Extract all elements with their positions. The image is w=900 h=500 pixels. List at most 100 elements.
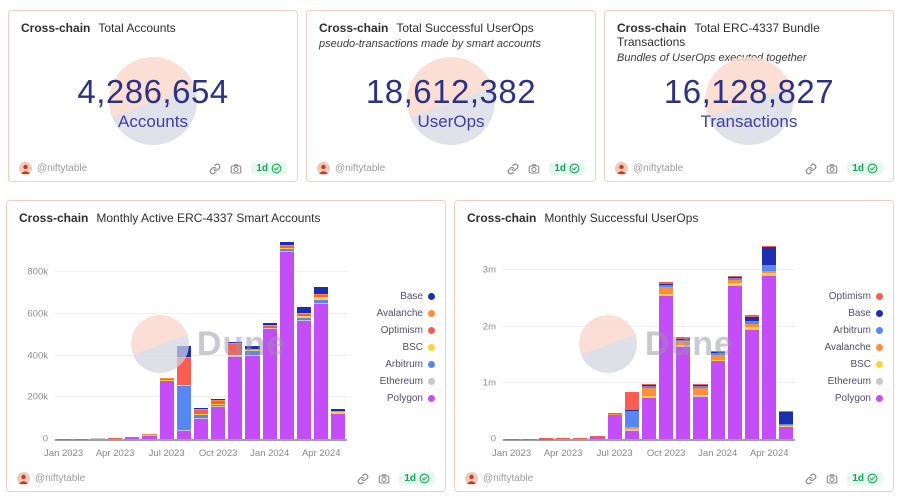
bar-nov-2023[interactable]: [228, 239, 242, 439]
author-avatar-icon[interactable]: [465, 472, 478, 485]
bar-may-2023[interactable]: [125, 239, 139, 439]
bar-jun-2023[interactable]: [142, 239, 156, 439]
chart-area: Dune 0200k400k600k800k Jan 2023Apr 2023J…: [15, 235, 439, 459]
link-icon[interactable]: [805, 473, 817, 485]
bar-mar-2023[interactable]: [539, 239, 553, 439]
legend-item-avalanche[interactable]: Avalanche: [351, 308, 435, 319]
author-handle[interactable]: @niftytable: [483, 473, 533, 484]
card-title-prefix: Cross-chain: [617, 21, 686, 35]
camera-icon[interactable]: [528, 163, 540, 175]
legend-item-base[interactable]: Base: [351, 291, 435, 302]
author-handle[interactable]: @niftytable: [37, 163, 87, 174]
check-circle-icon: [867, 473, 878, 484]
x-axis-label: Apr 2023: [96, 448, 135, 459]
bar-may-2023[interactable]: [573, 239, 587, 439]
bar-apr-2024[interactable]: [314, 239, 328, 439]
legend-item-arbitrum[interactable]: Arbitrum: [351, 359, 435, 370]
legend-item-arbitrum[interactable]: Arbitrum: [799, 325, 883, 336]
bar-apr-2023[interactable]: [108, 239, 122, 439]
segment-optimism: [779, 411, 793, 412]
bar-mar-2023[interactable]: [91, 239, 105, 439]
bar-feb-2023[interactable]: [522, 239, 536, 439]
legend-item-base[interactable]: Base: [799, 308, 883, 319]
legend-item-optimism[interactable]: Optimism: [351, 325, 435, 336]
segment-bsc: [693, 395, 707, 396]
legend-item-polygon[interactable]: Polygon: [351, 393, 435, 404]
legend-item-ethereum[interactable]: Ethereum: [799, 376, 883, 387]
camera-icon[interactable]: [826, 163, 838, 175]
bar-jul-2023[interactable]: [160, 239, 174, 439]
legend-item-bsc[interactable]: BSC: [351, 342, 435, 353]
segment-arbitrum: [194, 415, 208, 418]
author-avatar-icon[interactable]: [19, 162, 32, 175]
bar-apr-2023[interactable]: [556, 239, 570, 439]
bar-mar-2024[interactable]: [745, 239, 759, 439]
refresh-badge[interactable]: 1d: [847, 472, 883, 485]
bar-apr-2024[interactable]: [762, 239, 776, 439]
segment-polygon: [728, 285, 742, 439]
bar-sep-2023[interactable]: [194, 239, 208, 439]
link-icon[interactable]: [357, 473, 369, 485]
legend-item-polygon[interactable]: Polygon: [799, 393, 883, 404]
legend-item-bsc[interactable]: BSC: [799, 359, 883, 370]
camera-icon[interactable]: [378, 473, 390, 485]
bar-oct-2023[interactable]: [659, 239, 673, 439]
bar-jan-2024[interactable]: [263, 239, 277, 439]
camera-icon[interactable]: [230, 163, 242, 175]
author-avatar-icon[interactable]: [615, 162, 628, 175]
camera-icon[interactable]: [826, 473, 838, 485]
bar-aug-2023[interactable]: [625, 239, 639, 439]
link-icon[interactable]: [507, 163, 519, 175]
author-handle[interactable]: @niftytable: [35, 473, 85, 484]
plot-area: Dune 01m2m3m: [503, 239, 795, 441]
refresh-badge[interactable]: 1d: [251, 162, 287, 175]
bar-may-2024[interactable]: [331, 239, 345, 439]
author-avatar-icon[interactable]: [317, 162, 330, 175]
legend-label: Polygon: [835, 393, 871, 404]
segment-avalanche: [160, 378, 174, 379]
segment-optimism: [280, 246, 294, 248]
segment-arbitrum: [676, 339, 690, 341]
y-axis-label: 2m: [483, 321, 496, 332]
bar-jan-2024[interactable]: [711, 239, 725, 439]
bar-aug-2023[interactable]: [177, 239, 191, 439]
footer-actions: 1d: [507, 162, 585, 175]
bar-jan-2023[interactable]: [57, 239, 71, 439]
bar-nov-2023[interactable]: [676, 239, 690, 439]
segment-arbitrum: [211, 404, 225, 406]
bar-feb-2023[interactable]: [74, 239, 88, 439]
bar-feb-2024[interactable]: [280, 239, 294, 439]
legend-item-ethereum[interactable]: Ethereum: [351, 376, 435, 387]
link-icon[interactable]: [805, 163, 817, 175]
bar-sep-2023[interactable]: [642, 239, 656, 439]
legend-label: Avalanche: [824, 342, 871, 353]
legend-dot: [428, 344, 435, 351]
author-handle[interactable]: @niftytable: [335, 163, 385, 174]
bar-dec-2023[interactable]: [693, 239, 707, 439]
bar-jul-2023[interactable]: [608, 239, 622, 439]
bar-mar-2024[interactable]: [297, 239, 311, 439]
bar-jan-2023[interactable]: [505, 239, 519, 439]
segment-avalanche: [728, 280, 742, 283]
legend-dot: [876, 395, 883, 402]
segment-avalanche: [625, 427, 639, 429]
legend-dot: [876, 327, 883, 334]
author-avatar-icon[interactable]: [17, 472, 30, 485]
refresh-badge[interactable]: 1d: [847, 162, 883, 175]
segment-arbitrum: [608, 413, 622, 414]
refresh-badge[interactable]: 1d: [549, 162, 585, 175]
segment-polygon: [125, 438, 139, 439]
bar-may-2024[interactable]: [779, 239, 793, 439]
segment-base: [177, 346, 191, 357]
link-icon[interactable]: [209, 163, 221, 175]
bar-oct-2023[interactable]: [211, 239, 225, 439]
bar-feb-2024[interactable]: [728, 239, 742, 439]
segment-optimism: [625, 392, 639, 410]
legend-item-avalanche[interactable]: Avalanche: [799, 342, 883, 353]
legend-item-optimism[interactable]: Optimism: [799, 291, 883, 302]
bar-dec-2023[interactable]: [245, 239, 259, 439]
refresh-badge[interactable]: 1d: [399, 472, 435, 485]
author-handle[interactable]: @niftytable: [633, 163, 683, 174]
stat-unit: Accounts: [9, 112, 297, 132]
bar-jun-2023[interactable]: [590, 239, 604, 439]
